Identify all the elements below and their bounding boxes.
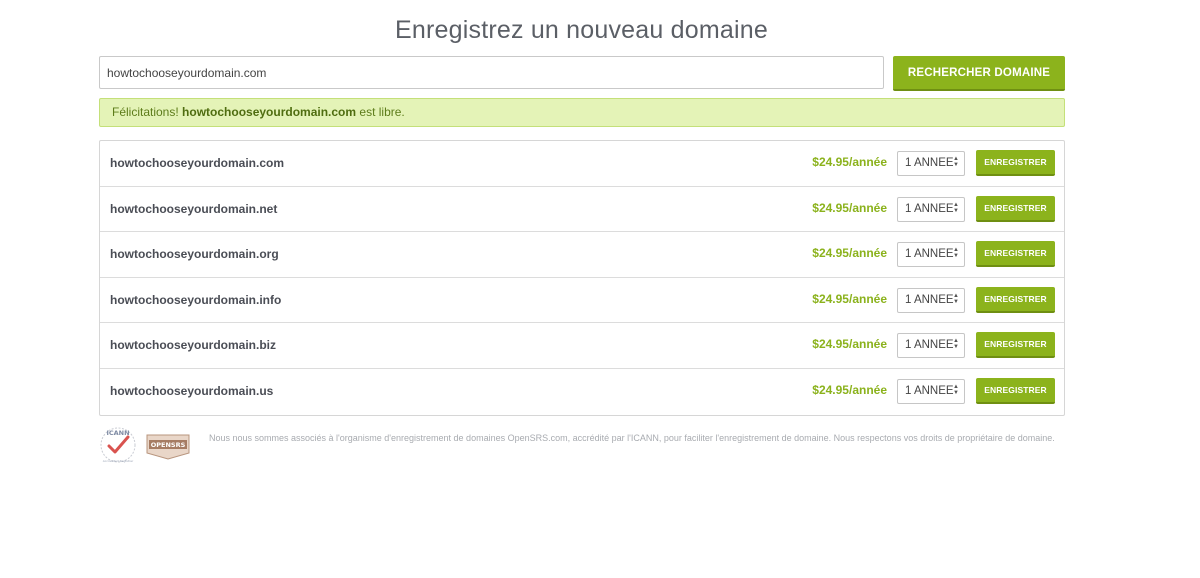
- up-down-chevron-icon: ▲ ▼: [953, 338, 959, 351]
- up-down-chevron-icon: ▲ ▼: [953, 383, 959, 396]
- domain-result-row: howtochooseyourdomain.biz $24.95/année 1…: [100, 323, 1064, 369]
- domain-result-row: howtochooseyourdomain.org $24.95/année 1…: [100, 232, 1064, 278]
- page-title: Enregistrez un nouveau domaine: [395, 16, 768, 44]
- opensrs-logo-text: OPENSRS: [151, 441, 186, 449]
- banner-prefix: Félicitations!: [112, 105, 179, 119]
- register-button[interactable]: ENREGISTRER: [976, 286, 1055, 313]
- term-select-value: 1 ANNEE: [905, 157, 954, 169]
- register-button[interactable]: ENREGISTRER: [976, 332, 1055, 359]
- search-bar: RECHERCHER DOMAINE: [99, 56, 1065, 91]
- result-price: $24.95/année: [812, 246, 887, 261]
- domain-result-row: howtochooseyourdomain.us $24.95/année 1 …: [100, 369, 1064, 415]
- term-select-value: 1 ANNEE: [905, 202, 954, 215]
- register-button[interactable]: ENREGISTRER: [976, 150, 1055, 176]
- term-select-value: 1 ANNEE: [905, 339, 954, 352]
- term-select[interactable]: 1 ANNEE ▲ ▼: [897, 378, 965, 404]
- result-domain-name: howtochooseyourdomain.us: [110, 383, 274, 398]
- result-domain-name: howtochooseyourdomain.biz: [110, 338, 277, 353]
- term-select[interactable]: 1 ANNEE ▲ ▼: [897, 287, 965, 313]
- domain-results-list: howtochooseyourdomain.com $24.95/année 1…: [99, 140, 1065, 416]
- footer: ICANN Accredited Registrar OPENSRS Nous …: [99, 424, 1065, 468]
- result-domain-name: howtochooseyourdomain.net: [110, 201, 278, 216]
- opensrs-logo-icon: OPENSRS: [146, 434, 190, 460]
- result-domain-name: howtochooseyourdomain.com: [110, 156, 285, 170]
- register-button[interactable]: ENREGISTRER: [976, 195, 1055, 222]
- result-domain-name: howtochooseyourdomain.info: [110, 292, 282, 307]
- result-price: $24.95/année: [812, 155, 887, 169]
- register-button[interactable]: ENREGISTRER: [976, 377, 1055, 404]
- icann-logo-subtext: Accredited Registrar: [103, 459, 134, 463]
- domain-search-input[interactable]: [99, 56, 884, 89]
- register-button[interactable]: ENREGISTRER: [976, 241, 1055, 268]
- domain-result-row: howtochooseyourdomain.net $24.95/année 1…: [100, 187, 1064, 233]
- domain-result-row: howtochooseyourdomain.info $24.95/année …: [100, 278, 1064, 324]
- footer-disclaimer: Nous nous sommes associés à l'organisme …: [209, 433, 1055, 443]
- term-select[interactable]: 1 ANNEE ▲ ▼: [897, 196, 965, 222]
- term-select-value: 1 ANNEE: [905, 384, 954, 397]
- up-down-chevron-icon: ▲ ▼: [953, 201, 959, 214]
- domain-result-row: howtochooseyourdomain.com $24.95/année 1…: [100, 141, 1064, 187]
- term-select[interactable]: 1 ANNEE ▲ ▼: [897, 333, 965, 359]
- availability-banner: Félicitations! howtochooseyourdomain.com…: [99, 98, 1065, 127]
- term-select-value: 1 ANNEE: [905, 248, 954, 261]
- up-down-chevron-icon: ▲ ▼: [953, 156, 959, 168]
- term-select[interactable]: 1 ANNEE ▲ ▼: [897, 151, 965, 176]
- icann-logo-icon: ICANN Accredited Registrar: [100, 427, 136, 463]
- result-domain-name: howtochooseyourdomain.org: [110, 247, 279, 262]
- result-price: $24.95/année: [812, 382, 887, 397]
- up-down-chevron-icon: ▲ ▼: [953, 292, 959, 305]
- banner-suffix: est libre.: [359, 105, 405, 119]
- search-domain-button[interactable]: RECHERCHER DOMAINE: [893, 56, 1065, 91]
- term-select-value: 1 ANNEE: [905, 293, 954, 306]
- term-select[interactable]: 1 ANNEE ▲ ▼: [897, 242, 965, 268]
- up-down-chevron-icon: ▲ ▼: [953, 247, 959, 260]
- result-price: $24.95/année: [812, 337, 887, 352]
- result-price: $24.95/année: [812, 200, 887, 215]
- result-price: $24.95/année: [812, 291, 887, 306]
- banner-domain: howtochooseyourdomain.com: [182, 105, 357, 119]
- icann-logo-text: ICANN: [106, 429, 129, 437]
